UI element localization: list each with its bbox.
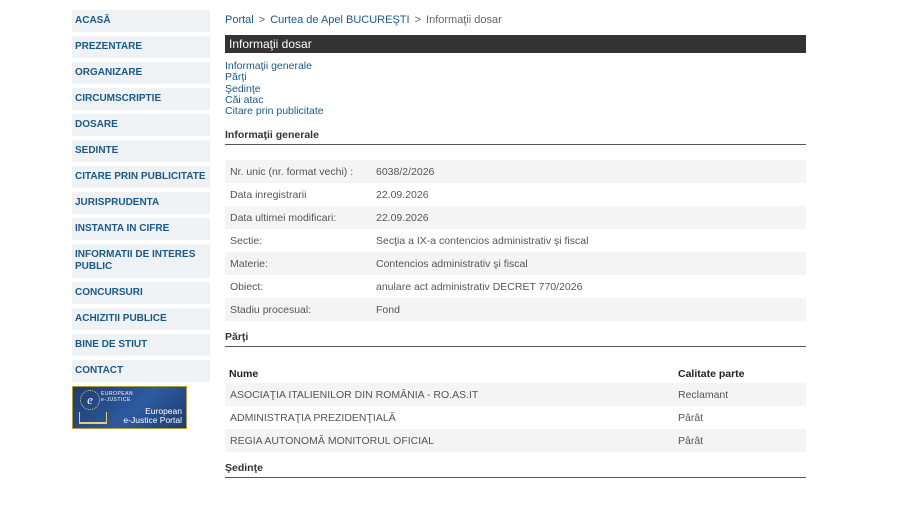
toc-link-citare[interactable]: Citare prin publicitate: [225, 105, 806, 117]
info-label: Materie:: [230, 257, 268, 270]
breadcrumb-separator: >: [414, 14, 422, 26]
table-row: ADMINISTRAŢIA PREZIDENŢIALĂ Pârât: [225, 406, 806, 429]
info-value: 22.09.2026: [376, 188, 429, 201]
nav-item-prezentare[interactable]: PREZENTARE: [72, 36, 210, 58]
nav-item-instanta-in-cifre[interactable]: INSTANTA IN CIFRE: [72, 218, 210, 240]
info-label: Stadiu procesual:: [230, 303, 312, 316]
info-value: 6038/2/2026: [376, 165, 435, 178]
info-row: Materie: Contencios administrativ şi fis…: [225, 252, 806, 276]
nav-item-contact[interactable]: CONTACT: [72, 360, 210, 382]
nav-item-organizare[interactable]: ORGANIZARE: [72, 62, 210, 84]
ejustice-logo-icon: e: [80, 390, 100, 410]
main-content: Portal > Curtea de Apel BUCUREŞTI > Informaţ…: [225, 14, 806, 479]
ejustice-caption: European e-Justice Portal: [123, 407, 182, 425]
nav-item-informatii-interes-public[interactable]: INFORMATII DE INTERES PUBLIC: [72, 244, 210, 278]
nav-item-dosare[interactable]: DOSARE: [72, 114, 210, 136]
breadcrumb-separator: >: [258, 14, 266, 26]
nav-item-bine-de-stiut[interactable]: BINE DE STIUT: [72, 334, 210, 356]
party-name: ASOCIAŢIA ITALIENILOR DIN ROMÂNIA - RO.A…: [230, 388, 479, 401]
info-row: Data ultimei modificari: 22.09.2026: [225, 206, 806, 230]
breadcrumb-current: Informaţii dosar: [426, 14, 502, 26]
info-label: Nr. unic (nr. format vechi) :: [230, 165, 354, 178]
info-label: Obiect:: [230, 280, 264, 293]
scales-icon: [79, 412, 107, 424]
section-heading-informatii-generale: Informaţii generale: [225, 129, 806, 146]
column-header-nume: Nume: [229, 368, 259, 381]
breadcrumb-court[interactable]: Curtea de Apel BUCUREŞTI: [270, 14, 409, 26]
info-row: Sectie: Secţia a IX-a contencios adminis…: [225, 229, 806, 252]
section-heading-sedinte: Şedinţe: [225, 462, 806, 479]
nav-item-citare[interactable]: CITARE PRIN PUBLICITATE: [72, 166, 210, 188]
ejustice-top-line2: e-JUSTICE: [101, 397, 131, 403]
info-label: Sectie:: [230, 234, 263, 247]
ejustice-caption-line2: e-Justice Portal: [123, 415, 182, 425]
info-row: Obiect: anulare act administrativ DECRET…: [225, 275, 806, 298]
info-label: Data ultimei modificari:: [230, 211, 337, 224]
column-header-calitate-parte: Calitate parte: [678, 368, 745, 381]
info-value: 22.09.2026: [376, 211, 429, 224]
nav-item-concursuri[interactable]: CONCURSURI: [72, 282, 210, 304]
toc-link-informatii-generale[interactable]: Informaţii generale: [225, 60, 806, 72]
ejustice-portal-banner[interactable]: e EUROPEAN e-JUSTICE European e-Justice …: [72, 386, 187, 429]
nav-item-jurisprudenta[interactable]: JURISPRUDENTA: [72, 192, 210, 214]
info-row: Nr. unic (nr. format vechi) : 6038/2/202…: [225, 160, 806, 184]
party-role: Pârât: [678, 411, 704, 424]
party-name: REGIA AUTONOMĂ MONITORUL OFICIAL: [230, 434, 435, 447]
section-links: Informaţii generale Părţi Şedinţe Căi at…: [225, 60, 806, 117]
table-row: ASOCIAŢIA ITALIENILOR DIN ROMÂNIA - RO.A…: [225, 383, 806, 407]
info-value: Contencios administrativ şi fiscal: [376, 257, 528, 270]
info-value: Fond: [376, 303, 400, 316]
parti-table-header: Nume Calitate parte: [225, 365, 806, 383]
table-row: REGIA AUTONOMĂ MONITORUL OFICIAL Pârât: [225, 429, 806, 453]
info-row: Data inregistrarii 22.09.2026: [225, 183, 806, 206]
party-name: ADMINISTRAŢIA PREZIDENŢIALĂ: [230, 411, 396, 424]
info-label: Data inregistrarii: [230, 188, 307, 201]
page-title: Informaţii dosar: [225, 35, 806, 53]
toc-link-sedinte[interactable]: Şedinţe: [225, 83, 806, 95]
breadcrumb: Portal > Curtea de Apel BUCUREŞTI > Informaţ…: [225, 14, 806, 28]
nav-item-acasa[interactable]: ACASĂ: [72, 10, 210, 32]
party-role: Pârât: [678, 434, 704, 447]
toc-link-parti[interactable]: Părţi: [225, 71, 806, 83]
party-role: Reclamant: [678, 388, 729, 401]
section-heading-parti: Părţi: [225, 331, 806, 348]
nav-item-achizitii-publice[interactable]: ACHIZITII PUBLICE: [72, 308, 210, 330]
nav-item-circumscriptie[interactable]: CIRCUMSCRIPTIE: [72, 88, 210, 110]
info-value: anulare act administrativ DECRET 770/202…: [376, 280, 583, 293]
ejustice-logo-text: EUROPEAN e-JUSTICE: [101, 391, 133, 403]
breadcrumb-portal[interactable]: Portal: [225, 14, 254, 26]
info-row: Stadiu procesual: Fond: [225, 298, 806, 322]
sidebar-nav: ACASĂ PREZENTARE ORGANIZARE CIRCUMSCRIPT…: [72, 10, 210, 429]
general-info-list: Nr. unic (nr. format vechi) : 6038/2/202…: [225, 160, 806, 322]
info-value: Secţia a IX-a contencios administrativ ş…: [376, 234, 589, 247]
parti-table: ASOCIAŢIA ITALIENILOR DIN ROMÂNIA - RO.A…: [225, 383, 806, 453]
nav-item-sedinte[interactable]: SEDINTE: [72, 140, 210, 162]
